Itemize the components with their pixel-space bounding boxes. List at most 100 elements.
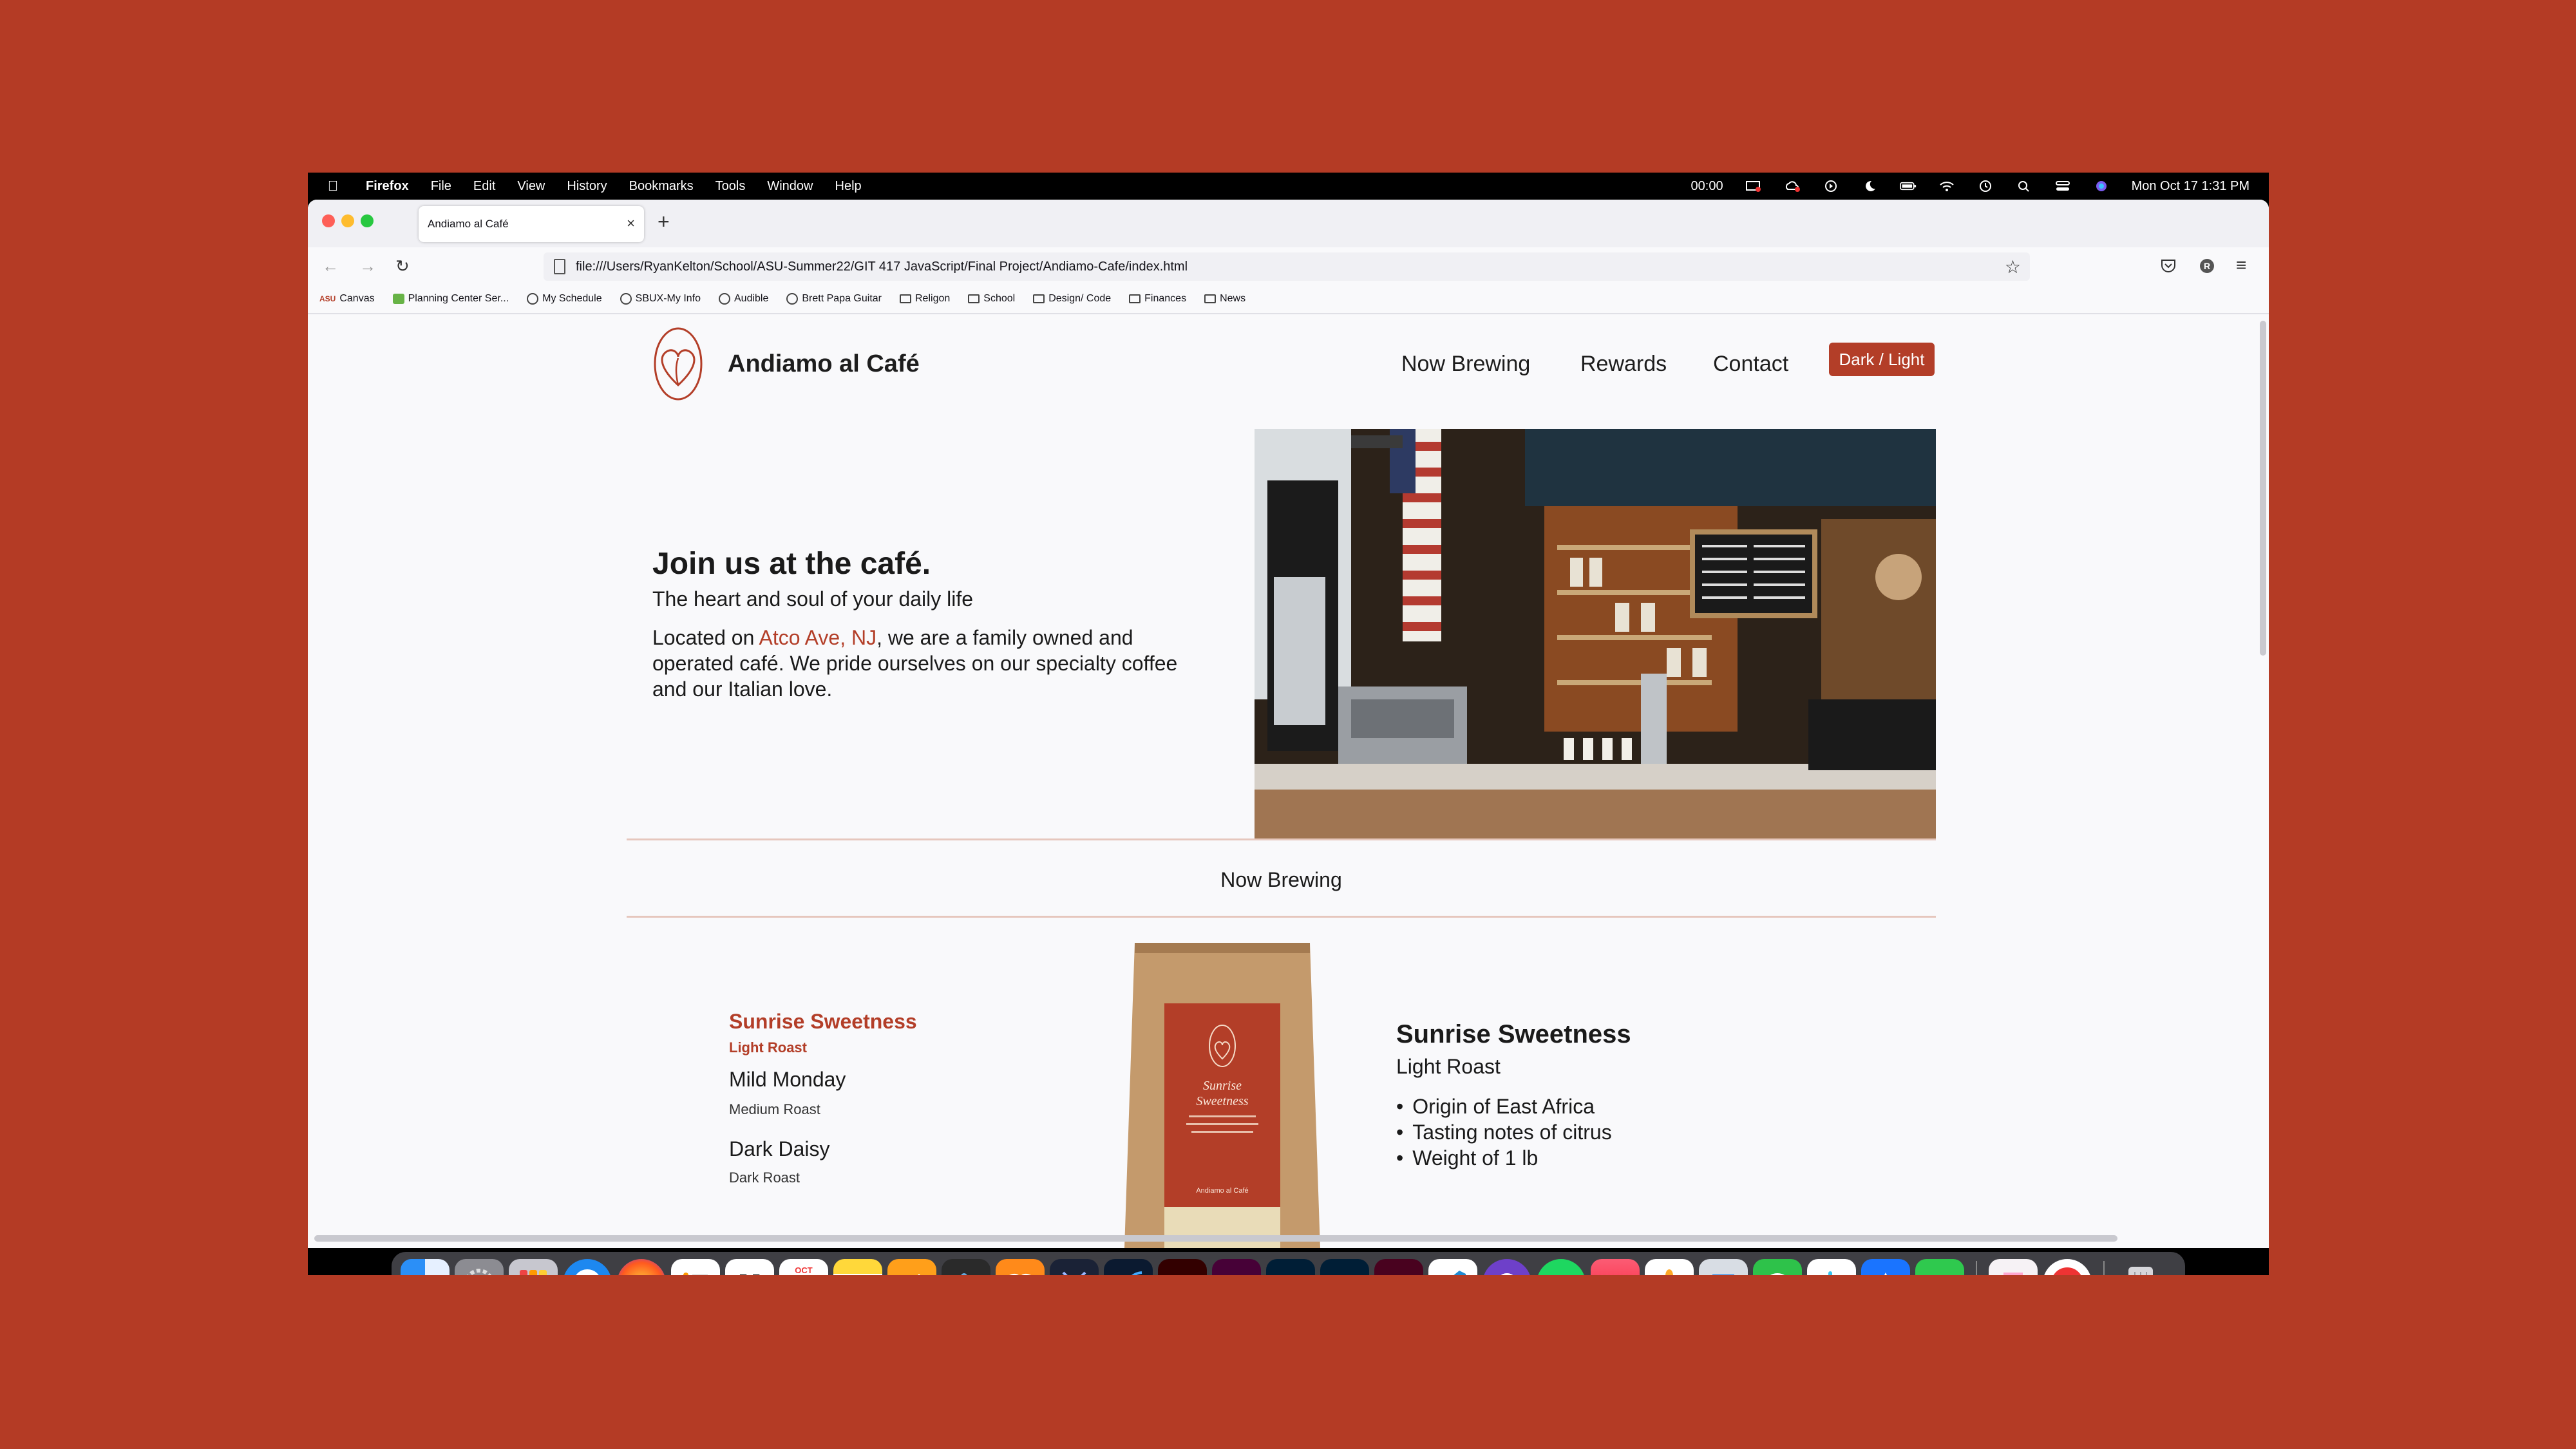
xd-icon[interactable]: Xd: [1212, 1259, 1261, 1275]
menu-edit[interactable]: Edit: [473, 179, 495, 194]
menu-file[interactable]: File: [431, 179, 451, 194]
calendar-icon[interactable]: OCT17: [779, 1259, 828, 1275]
notes-icon[interactable]: [833, 1259, 882, 1275]
menu-history[interactable]: History: [567, 179, 607, 194]
bookmark-audible[interactable]: Audible: [719, 293, 768, 305]
menu-tools[interactable]: Tools: [715, 179, 746, 194]
menu-app-firefox[interactable]: Firefox: [366, 179, 409, 194]
play-circle-icon[interactable]: [1823, 180, 1839, 193]
illustrator-icon[interactable]: Ai: [1158, 1259, 1207, 1275]
firefox-icon[interactable]: [617, 1259, 666, 1275]
reminders-icon[interactable]: [671, 1259, 720, 1275]
folder-stack-icon[interactable]: [1989, 1259, 2038, 1275]
github-desktop-icon[interactable]: [1482, 1259, 1531, 1275]
siri-icon[interactable]: [2093, 180, 2110, 193]
detail-fact: Tasting notes of citrus: [1396, 1119, 1611, 1145]
heart-logo-icon[interactable]: [652, 326, 704, 402]
moon-icon[interactable]: [1861, 180, 1878, 193]
bookmark-design-code[interactable]: Design/ Code: [1033, 293, 1111, 305]
facetime-icon[interactable]: [1915, 1259, 1964, 1275]
pages-icon[interactable]: [887, 1259, 936, 1275]
minimize-window-button[interactable]: [341, 214, 354, 227]
screen-share-icon[interactable]: [1745, 180, 1762, 193]
tab-andiamo[interactable]: Andiamo al Café ×: [419, 206, 644, 242]
coffee-roast: Dark Roast: [729, 1170, 800, 1186]
reload-icon[interactable]: ↻: [395, 256, 410, 276]
battery-icon[interactable]: [1899, 180, 1917, 193]
folder-icon: [900, 294, 911, 303]
bookmark-planning-center[interactable]: Planning Center Ser...: [392, 293, 509, 305]
menu-window[interactable]: Window: [767, 179, 813, 194]
time-machine-icon[interactable]: [1977, 180, 1994, 193]
vertical-scrollbar[interactable]: [2260, 321, 2266, 656]
menu-bookmarks[interactable]: Bookmarks: [629, 179, 694, 194]
forward-icon[interactable]: →: [359, 256, 376, 276]
dark-light-toggle-button[interactable]: Dark / Light: [1829, 343, 1935, 376]
horizontal-scrollbar[interactable]: [314, 1235, 2117, 1242]
control-center-icon[interactable]: [2054, 180, 2071, 193]
bag-brand: Andiamo al Café: [1196, 1187, 1248, 1195]
sequence-app-icon[interactable]: [1104, 1259, 1153, 1275]
slack-icon[interactable]: [1807, 1259, 1856, 1275]
music-icon[interactable]: ♫: [1591, 1259, 1640, 1275]
apple-icon[interactable]: : [326, 178, 340, 194]
location-link[interactable]: Atco Ave, NJ: [759, 626, 876, 649]
chrome-icon[interactable]: [2043, 1259, 2092, 1275]
menu-view[interactable]: View: [517, 179, 545, 194]
spotify-icon[interactable]: [1537, 1259, 1586, 1275]
timer-text[interactable]: 00:00: [1691, 179, 1723, 194]
bookmark-news[interactable]: News: [1204, 293, 1245, 305]
asu-icon: ASU: [319, 294, 336, 303]
bookmark-canvas[interactable]: ASU Canvas: [319, 293, 375, 305]
nav-contact[interactable]: Contact: [1713, 352, 1788, 377]
menu-icon[interactable]: ≡: [2236, 255, 2246, 276]
close-tab-icon[interactable]: ×: [627, 215, 635, 232]
safari-icon[interactable]: [563, 1259, 612, 1275]
account-icon[interactable]: R: [2199, 258, 2215, 274]
messages-icon[interactable]: [1753, 1259, 1802, 1275]
menu-help[interactable]: Help: [835, 179, 862, 194]
globe-icon: [527, 293, 539, 305]
section-divider-top: [627, 838, 1936, 840]
bookmark-brett-papa[interactable]: Brett Papa Guitar: [786, 293, 882, 305]
notion-icon[interactable]: N: [725, 1259, 774, 1275]
kindle-icon[interactable]: [942, 1259, 990, 1275]
bookmark-finances[interactable]: Finances: [1129, 293, 1186, 305]
vscode-icon[interactable]: [1428, 1259, 1477, 1275]
bookmark-religon[interactable]: Religon: [900, 293, 950, 305]
lightroom-icon[interactable]: Lr: [1320, 1259, 1369, 1275]
system-preferences-icon[interactable]: [455, 1259, 504, 1275]
photoshop-icon[interactable]: Ps: [1266, 1259, 1315, 1275]
folder-icon: [1204, 294, 1217, 303]
brand-name[interactable]: Andiamo al Café: [728, 350, 920, 378]
x-app-icon[interactable]: [1050, 1259, 1099, 1275]
globe-icon: [719, 293, 730, 305]
coffee-name: Mild Monday: [729, 1068, 846, 1091]
nav-now-brewing[interactable]: Now Brewing: [1401, 352, 1530, 377]
star-icon[interactable]: ☆: [2005, 256, 2021, 278]
trash-icon[interactable]: [2116, 1259, 2165, 1275]
coffee-roast: Light Roast: [729, 1039, 807, 1056]
wifi-icon[interactable]: [1938, 180, 1955, 193]
nav-rewards[interactable]: Rewards: [1580, 352, 1667, 377]
testflight-icon[interactable]: [1861, 1259, 1910, 1275]
photos-icon[interactable]: [1645, 1259, 1694, 1275]
close-window-button[interactable]: [322, 214, 335, 227]
clock-text[interactable]: Mon Oct 17 1:31 PM: [2132, 179, 2249, 194]
url-bar[interactable]: file:///Users/RyanKelton/School/ASU-Summ…: [544, 252, 2030, 281]
zoom-window-button[interactable]: [361, 214, 374, 227]
launchpad-icon[interactable]: [509, 1259, 558, 1275]
creative-cloud-icon[interactable]: [1784, 180, 1801, 193]
bookmark-school[interactable]: School: [968, 293, 1015, 305]
preview-icon[interactable]: [1699, 1259, 1748, 1275]
bookmark-my-schedule[interactable]: My Schedule: [527, 293, 602, 305]
search-icon[interactable]: [2016, 180, 2032, 193]
pocket-icon[interactable]: [2160, 258, 2177, 274]
books-icon[interactable]: [996, 1259, 1045, 1275]
tab-title: Andiamo al Café: [428, 218, 509, 230]
new-tab-icon[interactable]: +: [658, 211, 670, 232]
indesign-icon[interactable]: Id: [1374, 1259, 1423, 1275]
bookmark-sbux[interactable]: SBUX-My Info: [620, 293, 701, 305]
finder-icon[interactable]: [401, 1259, 450, 1275]
back-icon[interactable]: ←: [322, 256, 339, 276]
